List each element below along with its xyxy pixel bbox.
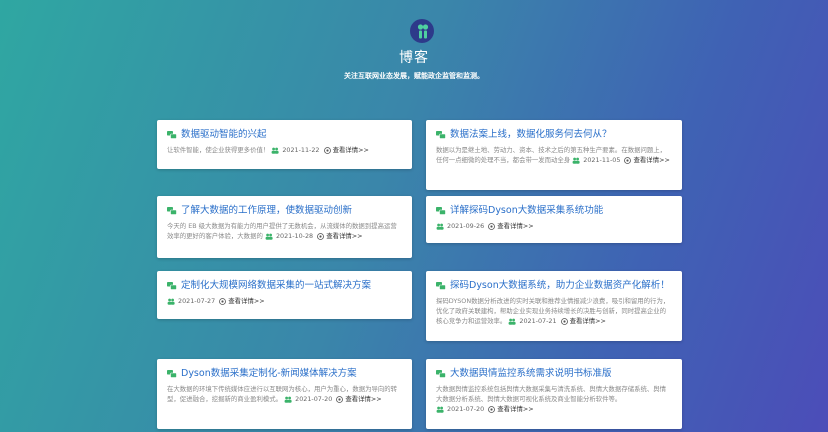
post-meta: 2021-11-22 查看详情>>: [271, 146, 369, 154]
post-date: 2021-07-20: [295, 395, 333, 403]
post-summary: 2021-07-27 查看详情>>: [167, 296, 402, 306]
post-meta: 2021-10-28 查看详情>>: [265, 232, 362, 240]
post-card[interactable]: Dyson数据采集定制化-新闻媒体解决方案 在大数据的环境下传统媒体应进行以互联…: [157, 359, 412, 429]
read-more-link[interactable]: 查看详情>>: [497, 405, 533, 413]
post-summary: 2021-09-26 查看详情>>: [436, 221, 672, 231]
post-date: 2021-07-27: [178, 297, 216, 305]
post-meta: 2021-11-05 查看详情>>: [572, 156, 670, 164]
blog-logo-icon: [410, 19, 434, 43]
post-summary: 让软件智能，使企业获得更多价值！ 2021-11-22 查看详情>>: [167, 146, 369, 154]
post-title[interactable]: 大数据舆情监控系统需求说明书标准版: [436, 367, 672, 380]
chat-bubbles-icon: [167, 206, 177, 215]
post-card[interactable]: 探码Dyson大数据系统，助力企业数据资产化解析！ 探码DYSON数据分析改进的…: [426, 271, 682, 341]
read-more-link[interactable]: 查看详情>>: [634, 156, 670, 164]
post-title[interactable]: Dyson数据采集定制化-新闻媒体解决方案: [167, 367, 402, 380]
view-icon: [317, 232, 325, 240]
users-icon: [271, 147, 279, 154]
blog-title: 博客: [399, 50, 429, 66]
post-title[interactable]: 定制化大规模网络数据采集的一站式解决方案: [167, 279, 402, 292]
post-title[interactable]: 探码Dyson大数据系统，助力企业数据资产化解析！: [436, 279, 672, 292]
post-meta: 2021-07-20 查看详情>>: [284, 395, 382, 403]
post-title[interactable]: 详解探码Dyson大数据采集系统功能: [436, 204, 672, 217]
post-date: 2021-11-22: [282, 146, 320, 154]
post-title[interactable]: 数据驱动智能的兴起: [167, 128, 402, 141]
read-more-link[interactable]: 查看详情>>: [326, 232, 362, 240]
post-card[interactable]: 大数据舆情监控系统需求说明书标准版 大数据舆情监控系统包括舆情大数据采集与清洗系…: [426, 359, 682, 429]
post-card[interactable]: 详解探码Dyson大数据采集系统功能 2021-09-26 查看详情>>: [426, 196, 682, 243]
chat-bubbles-icon: [167, 130, 177, 139]
post-date: 2021-07-20: [447, 405, 485, 413]
post-date: 2021-10-28: [275, 232, 314, 240]
view-icon: [219, 297, 227, 305]
read-more-link[interactable]: 查看详情>>: [228, 297, 264, 305]
post-card[interactable]: 数据驱动智能的兴起 让软件智能，使企业获得更多价值！ 2021-11-22 查看…: [157, 120, 412, 169]
post-card[interactable]: 定制化大规模网络数据采集的一站式解决方案 2021-07-27 查看详情>>: [157, 271, 412, 319]
users-icon: [436, 406, 444, 413]
post-meta: 2021-09-26 查看详情>>: [436, 222, 534, 230]
users-icon: [284, 396, 292, 403]
view-icon: [488, 405, 496, 413]
chat-bubbles-icon: [436, 206, 446, 215]
read-more-link[interactable]: 查看详情>>: [333, 146, 369, 154]
view-icon: [488, 222, 496, 230]
blog-header: 博客 关注互联网业态发展，赋能政企监管和监测。: [0, 0, 828, 110]
post-title[interactable]: 数据法案上线，数据化服务何去何从？: [436, 128, 672, 141]
post-meta: 2021-07-21 查看详情>>: [508, 317, 606, 325]
post-summary: 大数据舆情监控系统包括舆情大数据采集与清洗系统、舆情大数据存储系统、舆情大数据分…: [436, 385, 667, 413]
blog-slogan: 关注互联网业态发展，赋能政企监管和监测。: [344, 72, 484, 80]
users-icon: [167, 298, 175, 305]
chat-bubbles-icon: [436, 369, 446, 378]
users-icon: [508, 318, 516, 325]
users-icon: [572, 157, 580, 164]
post-summary: 在大数据的环境下传统媒体应进行以互联网为核心，用户为重心，数据为导向的转型，促进…: [167, 385, 398, 403]
post-meta: 2021-07-20 查看详情>>: [436, 405, 534, 413]
post-card[interactable]: 数据法案上线，数据化服务何去何从？ 数据以为是继土地、劳动力、资本、技术之后的第…: [426, 120, 682, 190]
post-summary: 探码DYSON数据分析改进的实时关联和推荐业情报减少浪费，吸引和留用的行为，优化…: [436, 297, 670, 325]
post-summary: 数据以为是继土地、劳动力、资本、技术之后的第五种生产要素。在数据问题上，任何一点…: [436, 146, 670, 164]
users-icon: [436, 223, 444, 230]
post-date: 2021-11-05: [583, 156, 621, 164]
post-summary: 今天的 EB 级大数据为有能力的用户提供了无数机会，从流媒体的数据到提高运营效率…: [167, 222, 397, 240]
post-date: 2021-07-21: [519, 317, 557, 325]
post-card[interactable]: 了解大数据的工作原理，使数据驱动创新 今天的 EB 级大数据为有能力的用户提供了…: [157, 196, 412, 258]
chat-bubbles-icon: [436, 281, 446, 290]
read-more-link[interactable]: 查看详情>>: [570, 317, 606, 325]
read-more-link[interactable]: 查看详情>>: [345, 395, 381, 403]
post-title[interactable]: 了解大数据的工作原理，使数据驱动创新: [167, 204, 402, 217]
post-date: 2021-09-26: [447, 222, 485, 230]
view-icon: [323, 146, 331, 154]
users-icon: [265, 233, 273, 240]
chat-bubbles-icon: [436, 130, 446, 139]
post-meta: 2021-07-27 查看详情>>: [167, 297, 265, 305]
view-icon: [560, 317, 568, 325]
chat-bubbles-icon: [167, 281, 177, 290]
view-icon: [336, 395, 344, 403]
view-icon: [624, 156, 632, 164]
chat-bubbles-icon: [167, 369, 177, 378]
read-more-link[interactable]: 查看详情>>: [497, 222, 533, 230]
